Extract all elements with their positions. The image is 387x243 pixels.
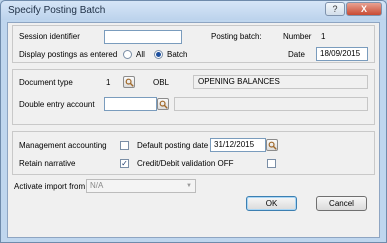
dialog-body: Session identifier Display postings as e… — [7, 22, 380, 238]
search-icon — [125, 78, 134, 87]
chevron-down-icon: ▼ — [186, 183, 192, 189]
window-title: Specify Posting Batch — [8, 5, 106, 16]
session-identifier-label: Session identifier — [19, 32, 80, 41]
number-label: Number — [283, 32, 312, 41]
date-input[interactable]: 18/09/2015 — [316, 47, 368, 61]
management-accounting-label: Management accounting — [19, 141, 107, 150]
calendar-lookup-button[interactable] — [266, 139, 278, 151]
batch-radio-label: Batch — [167, 50, 188, 59]
activate-import-value: N/A — [90, 181, 104, 190]
session-identifier-input[interactable] — [104, 30, 182, 44]
session-group: Session identifier Display postings as e… — [12, 25, 375, 63]
search-icon — [159, 100, 168, 109]
document-group: Document type 1 OBL OPENING BALANCES Dou… — [12, 69, 375, 125]
double-entry-description — [174, 97, 368, 111]
management-accounting-checkbox[interactable] — [120, 141, 129, 150]
document-type-value: 1 — [106, 78, 111, 87]
credit-debit-validation-label: Credit/Debit validation OFF — [137, 159, 234, 168]
display-postings-label: Display postings as entered — [19, 50, 118, 59]
date-label: Date — [288, 50, 305, 59]
all-radio[interactable] — [123, 50, 132, 59]
document-type-code: OBL — [153, 78, 170, 87]
default-posting-date-input[interactable]: 31/12/2015 — [210, 138, 266, 152]
posting-batch-label: Posting batch: — [211, 32, 262, 41]
document-type-label: Document type — [19, 78, 73, 87]
double-entry-lookup-button[interactable] — [157, 98, 169, 110]
activate-import-label: Activate import from — [14, 182, 86, 191]
double-entry-label: Double entry account — [19, 100, 95, 109]
activate-import-select[interactable]: N/A ▼ — [86, 179, 196, 193]
dialog-window: Specify Posting Batch ? X Session identi… — [0, 0, 387, 243]
default-posting-date-label: Default posting date — [137, 141, 209, 150]
ok-button[interactable]: OK — [246, 196, 297, 211]
retain-narrative-checkbox[interactable]: ✓ — [120, 159, 129, 168]
cancel-button[interactable]: Cancel — [316, 196, 367, 211]
search-icon — [268, 141, 277, 150]
batch-radio[interactable] — [154, 50, 163, 59]
retain-narrative-label: Retain narrative — [19, 159, 76, 168]
number-value: 1 — [321, 32, 326, 41]
title-bar: Specify Posting Batch ? X — [1, 1, 386, 20]
document-type-lookup-button[interactable] — [123, 76, 135, 88]
close-button[interactable]: X — [346, 2, 382, 16]
document-type-description: OPENING BALANCES — [193, 75, 368, 89]
double-entry-input[interactable] — [104, 97, 157, 111]
help-button[interactable]: ? — [325, 2, 345, 16]
options-group: Management accounting Default posting da… — [12, 131, 375, 175]
credit-debit-validation-checkbox[interactable] — [267, 159, 276, 168]
all-radio-label: All — [136, 50, 145, 59]
